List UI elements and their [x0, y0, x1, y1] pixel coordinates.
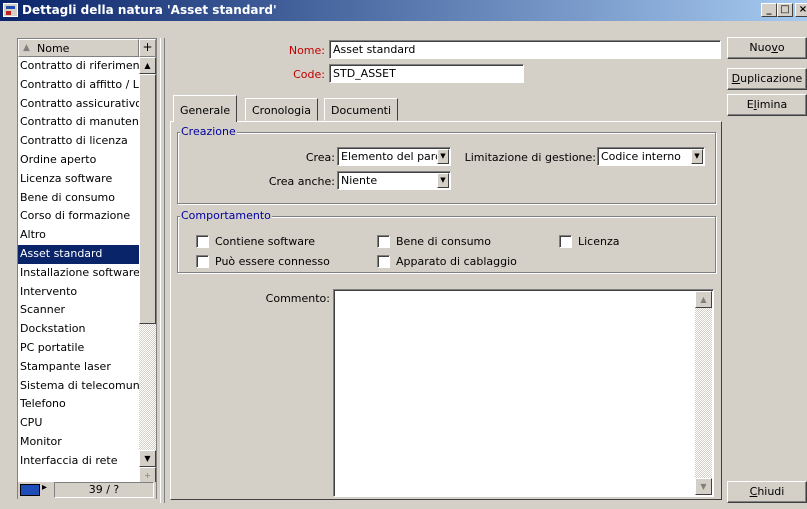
panel-splitter[interactable]: [160, 38, 165, 503]
list-item[interactable]: Intervento: [18, 283, 139, 302]
maximize-button[interactable]: □: [777, 3, 793, 17]
cabling-device-label: Apparato di cablaggio: [396, 255, 517, 268]
list-item[interactable]: Installazione software: [18, 264, 139, 283]
creation-group: [177, 132, 716, 204]
name-field[interactable]: Asset standard: [329, 40, 721, 59]
chevron-down-icon[interactable]: ▼: [437, 149, 449, 164]
list-header-label: Nome: [37, 42, 70, 55]
list-item[interactable]: Telefono: [18, 395, 139, 414]
list-item[interactable]: Contratto di manuten:: [18, 113, 139, 132]
crea-anche-value: Niente: [341, 174, 378, 187]
window-title: Dettagli della natura 'Asset standard': [22, 3, 277, 17]
crea-anche-select[interactable]: Niente ▼: [337, 171, 451, 190]
list-item[interactable]: Ordine aperto: [18, 151, 139, 170]
consumable-label: Bene di consumo: [396, 235, 491, 248]
behaviour-legend: Comportamento: [180, 209, 272, 222]
scroll-down-icon[interactable]: ▼: [139, 450, 156, 467]
record-navigation-icon[interactable]: [20, 482, 47, 496]
contains-software-checkbox[interactable]: [196, 235, 209, 248]
sort-ascending-icon: ▲: [23, 43, 30, 53]
limit-select[interactable]: Codice interno ▼: [597, 147, 705, 166]
list-item[interactable]: Contratto assicurativo: [18, 95, 139, 114]
crea-select-value: Elemento del parc: [341, 150, 437, 163]
comment-scrollbar[interactable]: ▲ ▼: [695, 291, 712, 495]
tab-generale[interactable]: Generale: [173, 95, 238, 122]
consumable-checkbox[interactable]: [377, 235, 390, 248]
list-item[interactable]: Contratto di affitto / L: [18, 76, 139, 95]
list-footer: 39 / ?: [18, 482, 156, 499]
close-window-button[interactable]: ×: [795, 3, 807, 17]
record-counter: 39 / ?: [54, 482, 154, 498]
close-button[interactable]: Chiudi: [727, 481, 807, 503]
code-field[interactable]: STD_ASSET: [329, 64, 524, 83]
list-column-header[interactable]: ▲ Nome: [18, 39, 139, 57]
minimize-button[interactable]: _: [761, 3, 777, 17]
duplicate-button[interactable]: Duplicazione: [727, 68, 807, 90]
list-item[interactable]: CPU: [18, 414, 139, 433]
crea-anche-label: Crea anche:: [268, 175, 335, 188]
list-item[interactable]: Dockstation: [18, 320, 139, 339]
delete-button[interactable]: Elimina: [727, 94, 807, 116]
list-item[interactable]: Contratto di riferiment: [18, 57, 139, 76]
license-label: Licenza: [578, 235, 620, 248]
list-item[interactable]: Bene di consumo: [18, 189, 139, 208]
list-item[interactable]: Corso di formazione: [18, 207, 139, 226]
code-label: Code:: [293, 68, 325, 81]
crea-select[interactable]: Elemento del parc ▼: [337, 147, 451, 166]
tab-documenti[interactable]: Documenti: [324, 98, 399, 121]
scroll-up-icon[interactable]: ▲: [139, 57, 156, 74]
creation-legend: Creazione: [180, 125, 237, 138]
chevron-down-icon[interactable]: ▼: [437, 173, 449, 188]
list-item[interactable]: Licenza software: [18, 170, 139, 189]
list-item[interactable]: Stampante laser: [18, 358, 139, 377]
limit-label: Limitazione di gestione:: [464, 151, 596, 164]
list-vertical-scrollbar[interactable]: ▲ ▼ +: [139, 57, 156, 485]
connectable-checkbox[interactable]: [196, 255, 209, 268]
crea-label: Crea:: [305, 151, 335, 164]
tab-cronologia[interactable]: Cronologia: [245, 98, 318, 121]
contains-software-label: Contiene software: [215, 235, 315, 248]
connectable-label: Può essere connesso: [215, 255, 330, 268]
name-label: Nome:: [288, 44, 325, 57]
list-item[interactable]: Altro: [18, 226, 139, 245]
scroll-thumb[interactable]: [139, 74, 156, 324]
list-item[interactable]: Monitor: [18, 433, 139, 452]
list-column-add-button[interactable]: +: [139, 39, 156, 57]
scroll-up-icon[interactable]: ▲: [695, 291, 712, 308]
limit-select-value: Codice interno: [601, 150, 681, 163]
scroll-down-icon[interactable]: ▼: [695, 478, 712, 495]
comment-label: Commento:: [265, 292, 330, 305]
title-bar: Dettagli della natura 'Asset standard' _…: [0, 0, 807, 21]
new-button[interactable]: Nuovo: [727, 37, 807, 59]
list-item[interactable]: Sistema di telecomun: [18, 377, 139, 396]
comment-field[interactable]: ▲ ▼: [333, 289, 714, 497]
list-item[interactable]: Interfaccia di rete: [18, 452, 139, 471]
app-icon: [3, 3, 18, 17]
cabling-device-checkbox[interactable]: [377, 255, 390, 268]
natures-list: Contratto di riferiment Contratto di affi…: [18, 57, 139, 485]
chevron-down-icon[interactable]: ▼: [691, 149, 703, 164]
license-checkbox[interactable]: [559, 235, 572, 248]
list-item[interactable]: Scanner: [18, 301, 139, 320]
list-item[interactable]: Asset standard: [18, 244, 139, 264]
list-item[interactable]: PC portatile: [18, 339, 139, 358]
natures-list-panel: ▲ Nome + Contratto di riferiment Contratt…: [17, 38, 157, 499]
list-item[interactable]: Contratto di licenza: [18, 132, 139, 151]
